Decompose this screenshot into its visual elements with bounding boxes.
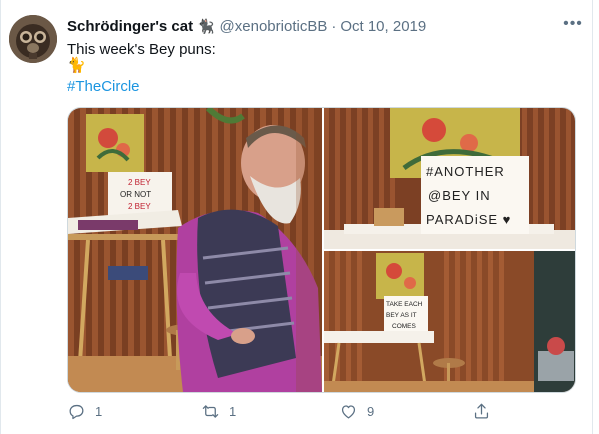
like-count: 9	[367, 403, 375, 419]
sign-line-1b: OR NOT	[120, 190, 151, 199]
sign-line-2b: @BEY IN	[428, 188, 491, 203]
share-button[interactable]	[472, 400, 491, 422]
sign-line-3c: COMES	[392, 323, 417, 330]
tweet-text: This week's Bey puns:	[67, 41, 216, 58]
sign-line-1c: 2 BEY	[128, 202, 151, 211]
display-name[interactable]: Schrödinger's cat	[67, 18, 193, 35]
cat-emoji: 🐈	[67, 57, 86, 74]
more-icon[interactable]: •••	[561, 14, 585, 34]
sign-line-2c: PARADiSE ♥	[426, 212, 511, 227]
avatar[interactable]	[9, 15, 57, 63]
sign-line-3b: BEY AS IT	[386, 312, 417, 319]
timeline-border-left	[0, 0, 1, 434]
retweet-button[interactable]: 1	[201, 400, 236, 422]
reply-count: 1	[95, 403, 103, 419]
media-image-1[interactable]: 2 BEY OR NOT 2 BEY	[68, 108, 322, 392]
like-icon	[341, 404, 356, 418]
media-image-3[interactable]: TAKE EACH BEY AS IT COMES	[324, 251, 575, 392]
tweet-actions: 1 1 9	[67, 400, 507, 422]
timeline-border-right	[592, 0, 593, 434]
tweet-date[interactable]: Oct 10, 2019	[340, 18, 426, 35]
separator-dot: ·	[331, 17, 337, 35]
sign-line-2a: #ANOTHER	[426, 164, 505, 179]
media-grid: 2 BEY OR NOT 2 BEY #ANOTHER @BEY IN PARA…	[67, 107, 576, 393]
reply-icon	[69, 404, 84, 419]
media-image-2[interactable]: #ANOTHER @BEY IN PARADiSE ♥	[324, 108, 575, 249]
tweet-header: Schrödinger's cat 🐈‍⬛ @xenobrioticBB · O…	[67, 16, 426, 36]
black-cat-emoji: 🐈‍⬛	[197, 17, 215, 34]
sign-line-1a: 2 BEY	[128, 178, 151, 187]
like-button[interactable]: 9	[339, 400, 374, 422]
retweet-count: 1	[229, 403, 237, 419]
reply-button[interactable]: 1	[67, 400, 102, 422]
user-handle[interactable]: @xenobrioticBB	[220, 18, 328, 35]
sign-line-3a: TAKE EACH	[386, 301, 423, 308]
retweet-icon	[202, 404, 219, 418]
share-icon	[474, 403, 489, 418]
hashtag-link[interactable]: #TheCircle	[67, 77, 140, 97]
